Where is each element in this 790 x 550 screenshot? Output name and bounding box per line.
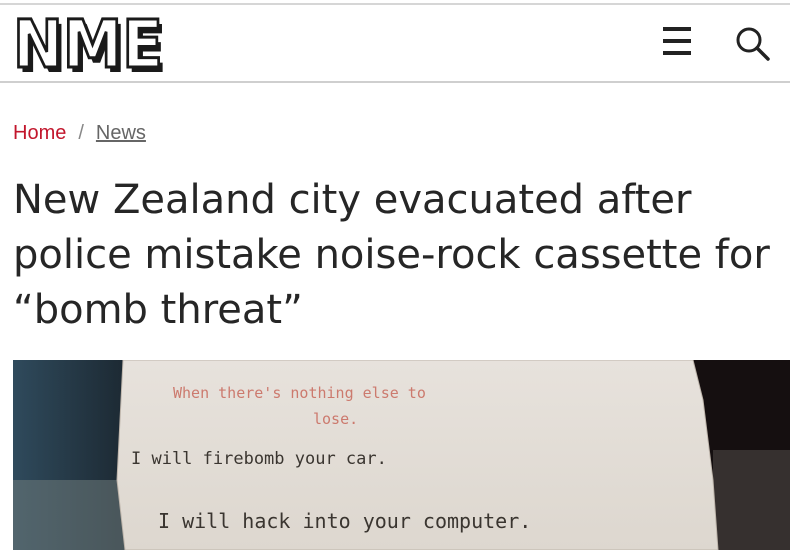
svg-text:NME: NME xyxy=(13,14,163,76)
breadcrumb: Home / News xyxy=(13,122,146,145)
headline-line-1: New Zealand city evacuated after xyxy=(13,177,692,223)
nme-logo[interactable]: NME NME xyxy=(12,5,172,89)
headline-line-2: police mistake noise-rock cassette for xyxy=(13,232,770,278)
hamburger-menu-icon[interactable] xyxy=(660,23,696,63)
breadcrumb-news-link[interactable]: News xyxy=(96,122,146,144)
article-headline: New Zealand city evacuated after police … xyxy=(13,173,790,338)
search-icon[interactable] xyxy=(734,25,774,65)
note-line-1: When there's nothing else to xyxy=(173,384,426,402)
breadcrumb-separator: / xyxy=(78,122,84,144)
site-header: NME NME xyxy=(0,5,790,89)
note-line-2: lose. xyxy=(313,410,358,428)
header-divider xyxy=(0,81,790,83)
breadcrumb-home-link[interactable]: Home xyxy=(13,122,66,144)
article-hero-image: When there's nothing else to lose. I wil… xyxy=(13,360,790,550)
note-line-3: I will firebomb your car. xyxy=(131,449,387,469)
headline-line-3: “bomb threat” xyxy=(13,287,303,333)
note-line-4: I will hack into your computer. xyxy=(158,509,531,533)
